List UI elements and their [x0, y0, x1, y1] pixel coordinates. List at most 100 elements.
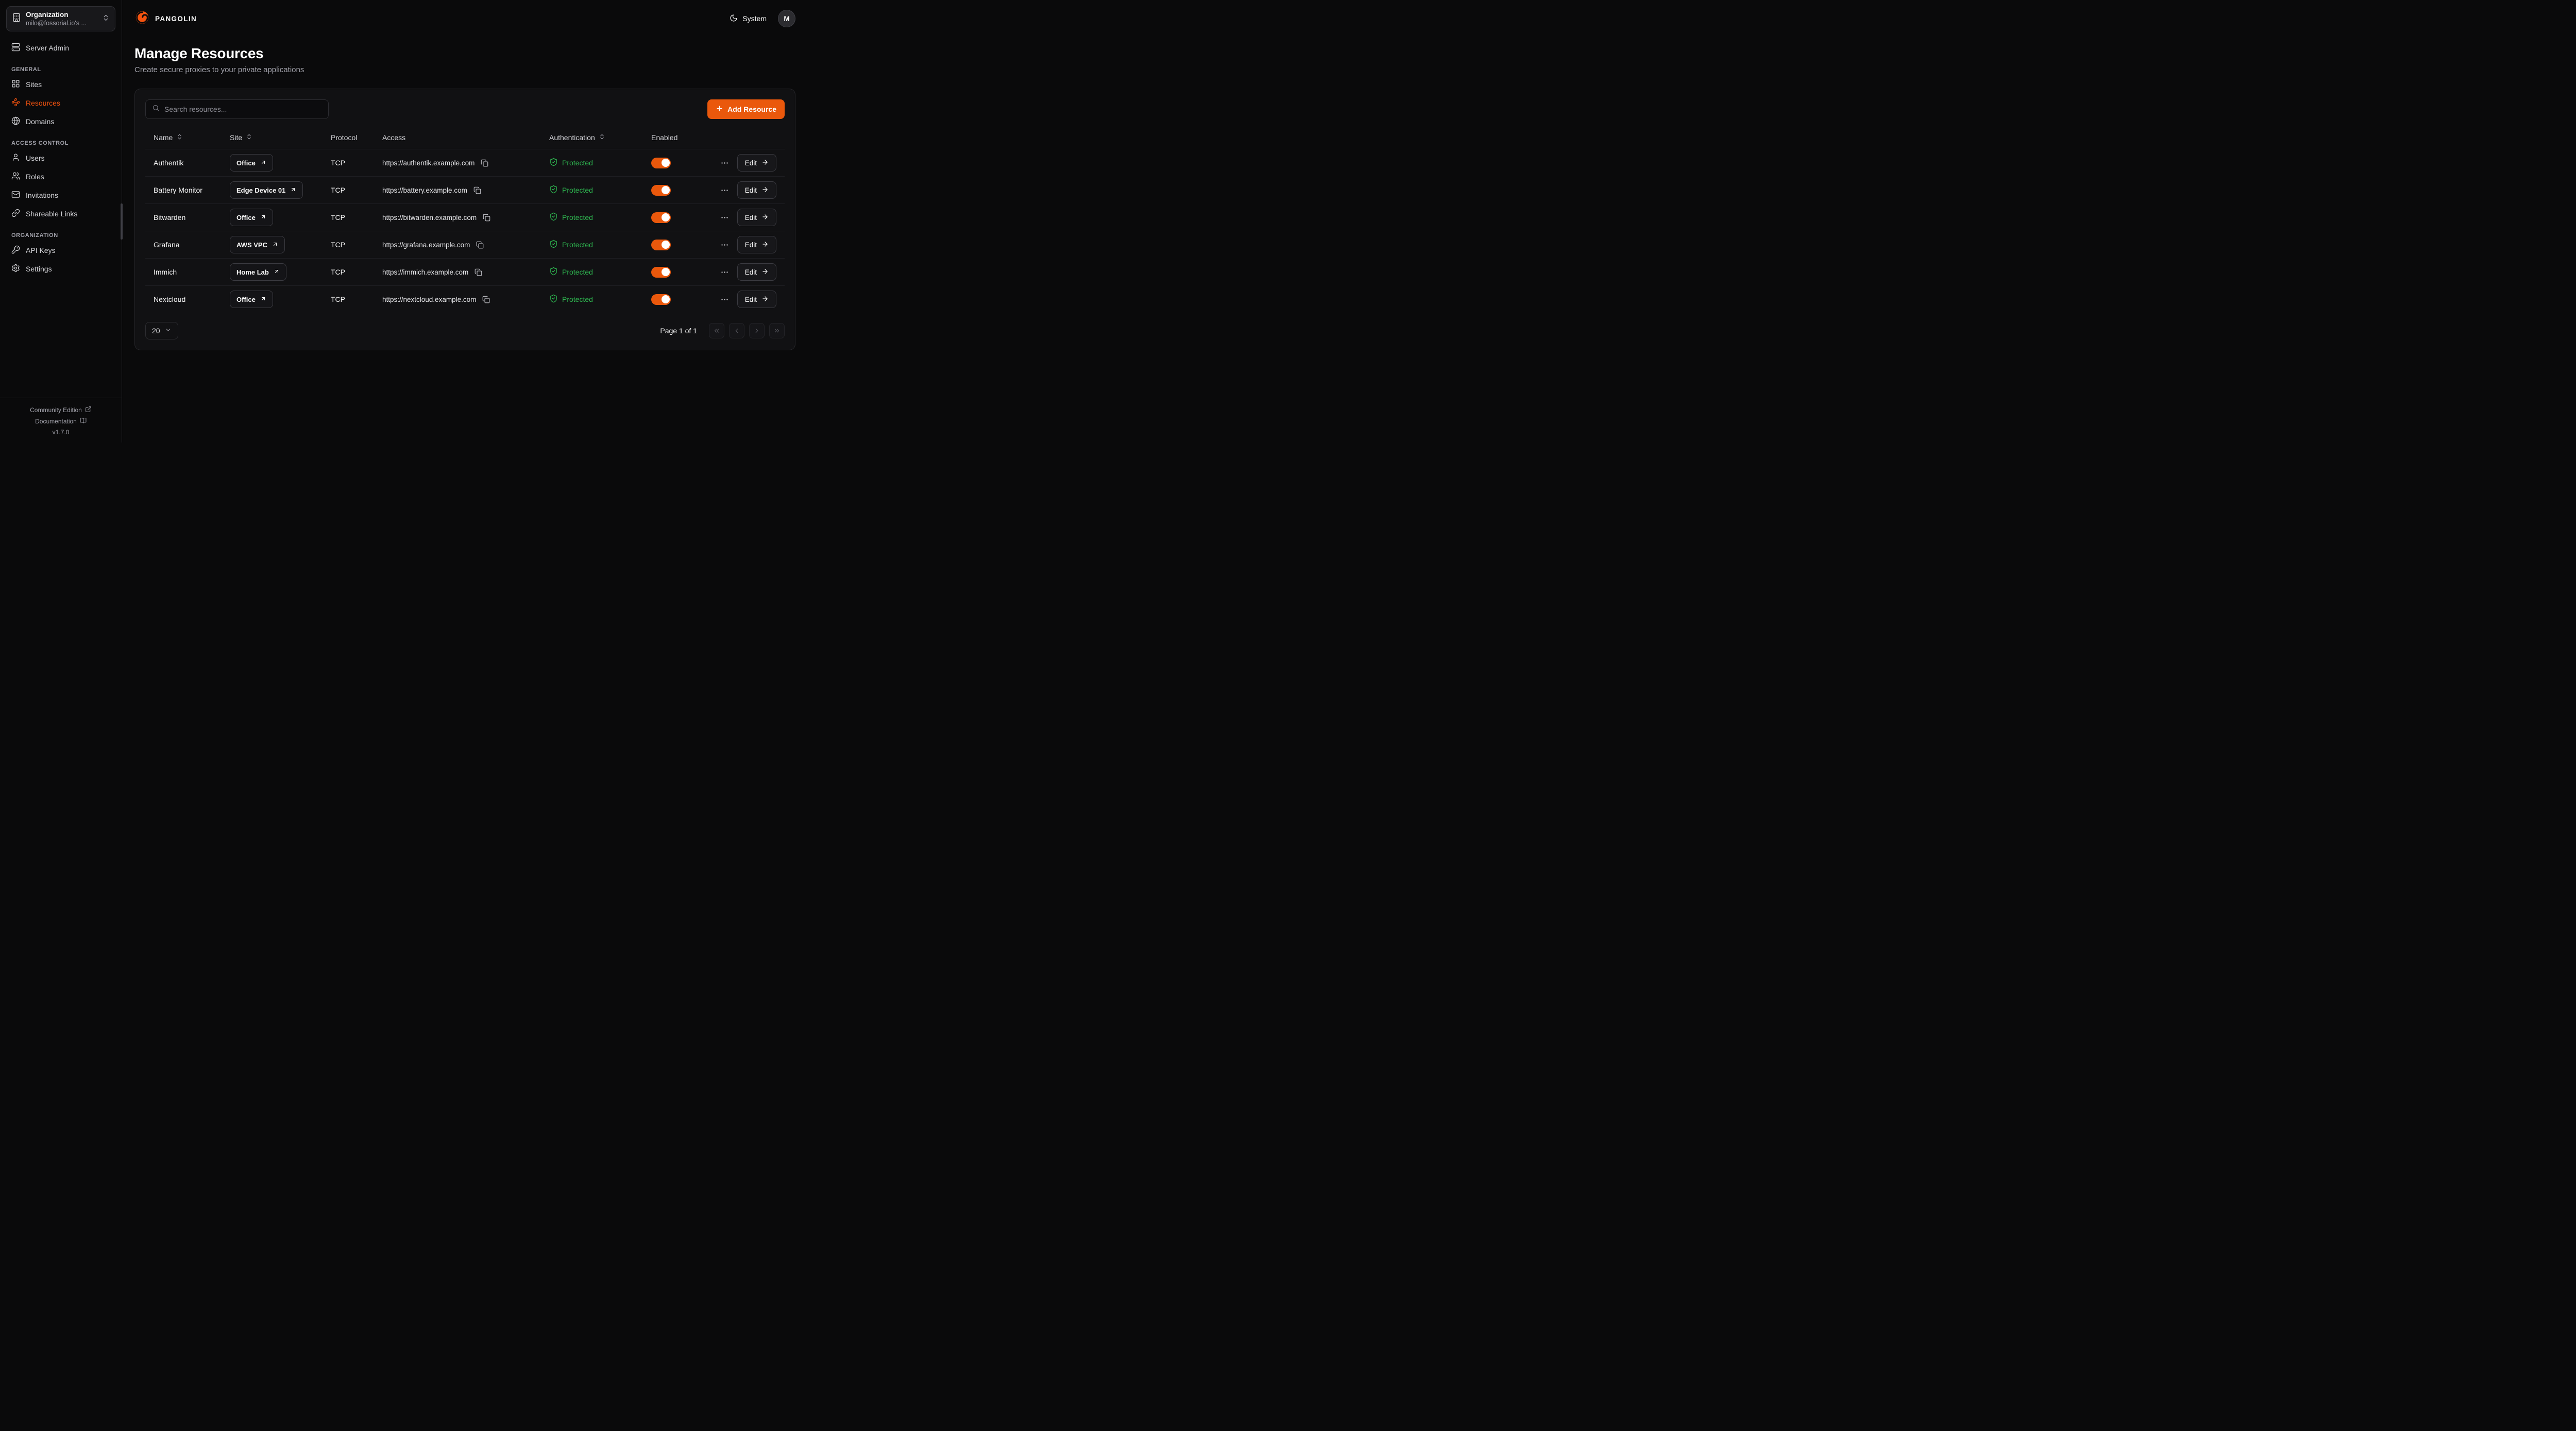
authentication-status: Protected	[549, 158, 651, 168]
access-cell: https://authentik.example.com	[382, 158, 549, 168]
chevrons-up-down-icon	[102, 14, 110, 24]
site-link-button[interactable]: AWS VPC	[230, 236, 285, 253]
arrow-right-icon	[761, 268, 769, 277]
sidebar-item-server-admin[interactable]: Server Admin	[6, 39, 115, 57]
sidebar-item-invitations[interactable]: Invitations	[6, 186, 115, 205]
section-title-organization: ORGANIZATION	[11, 232, 110, 238]
site-link-button[interactable]: Office	[230, 209, 273, 226]
copy-icon[interactable]	[480, 158, 489, 168]
enabled-toggle[interactable]	[651, 212, 671, 223]
pagination: Page 1 of 1	[660, 323, 785, 338]
version-label: v1.7.0	[4, 427, 117, 437]
edit-label: Edit	[745, 296, 757, 303]
authentication-label: Protected	[562, 213, 593, 222]
documentation-link[interactable]: Documentation	[4, 416, 117, 427]
chevron-right-icon	[753, 327, 760, 334]
row-menu-button[interactable]	[719, 240, 730, 250]
theme-selector[interactable]: System	[730, 14, 767, 24]
edit-button[interactable]: Edit	[737, 291, 776, 308]
building-icon	[12, 13, 21, 25]
edit-button[interactable]: Edit	[737, 263, 776, 281]
sidebar-item-settings[interactable]: Settings	[6, 260, 115, 278]
copy-icon[interactable]	[482, 213, 492, 223]
sidebar-item-sites[interactable]: Sites	[6, 75, 115, 94]
site-link-button[interactable]: Home Lab	[230, 263, 286, 281]
sidebar-item-resources[interactable]: Resources	[6, 94, 115, 112]
arrow-up-right-icon	[274, 268, 280, 276]
sidebar-item-users[interactable]: Users	[6, 149, 115, 167]
enabled-toggle[interactable]	[651, 240, 671, 250]
sort-icon	[246, 133, 252, 142]
row-menu-button[interactable]	[719, 212, 730, 223]
table-row: Nextcloud Office TCP https://nextcloud.e…	[145, 285, 785, 313]
ellipsis-icon	[720, 241, 729, 249]
enabled-toggle[interactable]	[651, 267, 671, 278]
app: Organization milo@fossorial.io's ... Ser…	[0, 0, 808, 442]
org-selector[interactable]: Organization milo@fossorial.io's ...	[6, 6, 115, 31]
site-link-button[interactable]: Edge Device 01	[230, 181, 303, 199]
site-name: Office	[236, 214, 256, 222]
enabled-toggle[interactable]	[651, 158, 671, 168]
site-name: Home Lab	[236, 268, 269, 276]
copy-icon[interactable]	[475, 240, 485, 250]
page-size-select[interactable]: 20	[145, 322, 178, 339]
toggle-knob	[662, 213, 670, 222]
add-resource-button[interactable]: Add Resource	[707, 99, 785, 119]
row-menu-button[interactable]	[719, 294, 730, 305]
authentication-status: Protected	[549, 185, 651, 195]
row-menu-button[interactable]	[719, 267, 730, 278]
edit-button[interactable]: Edit	[737, 209, 776, 226]
page-title: Manage Resources	[134, 45, 795, 62]
table-row: Authentik Office TCP https://authentik.e…	[145, 149, 785, 176]
search-icon	[152, 104, 160, 114]
sidebar-item-domains[interactable]: Domains	[6, 112, 115, 131]
avatar[interactable]: M	[778, 10, 795, 27]
community-edition-link[interactable]: Community Edition	[4, 404, 117, 416]
edit-label: Edit	[745, 186, 757, 194]
enabled-cell	[651, 294, 713, 305]
pagination-first-button[interactable]	[709, 323, 724, 338]
search-box	[145, 99, 329, 119]
pagination-last-button[interactable]	[769, 323, 785, 338]
brand-name: PANGOLIN	[155, 15, 197, 23]
row-actions: Edit	[713, 263, 776, 281]
pagination-prev-button[interactable]	[729, 323, 744, 338]
access-url: https://grafana.example.com	[382, 241, 470, 249]
protocol: TCP	[331, 241, 382, 249]
enabled-toggle[interactable]	[651, 294, 671, 305]
copy-icon[interactable]	[481, 295, 491, 304]
ellipsis-icon	[720, 159, 729, 167]
authentication-status: Protected	[549, 294, 651, 304]
main: PANGOLIN System M Manage Resources Creat…	[122, 0, 808, 442]
org-selector-label: Organization	[26, 11, 97, 19]
enabled-cell	[651, 158, 713, 168]
row-menu-button[interactable]	[719, 185, 730, 196]
copy-icon[interactable]	[473, 267, 483, 277]
access-url: https://immich.example.com	[382, 268, 468, 276]
site-link-button[interactable]: Office	[230, 291, 273, 308]
search-input[interactable]	[164, 105, 322, 113]
site-name: AWS VPC	[236, 241, 267, 249]
sidebar-resize-handle[interactable]	[121, 203, 123, 240]
section-title-general: GENERAL	[11, 66, 110, 73]
copy-icon[interactable]	[472, 185, 482, 195]
edit-button[interactable]: Edit	[737, 154, 776, 172]
access-url: https://authentik.example.com	[382, 159, 474, 167]
arrow-right-icon	[761, 186, 769, 195]
sidebar-item-shareable-links[interactable]: Shareable Links	[6, 205, 115, 223]
sidebar-item-api-keys[interactable]: API Keys	[6, 241, 115, 260]
column-header-authentication[interactable]: Authentication	[549, 133, 651, 142]
edit-button[interactable]: Edit	[737, 181, 776, 199]
sidebar-item-roles[interactable]: Roles	[6, 167, 115, 186]
shield-check-icon	[549, 240, 558, 250]
column-header-site[interactable]: Site	[230, 133, 331, 142]
edit-button[interactable]: Edit	[737, 236, 776, 253]
pagination-next-button[interactable]	[749, 323, 765, 338]
row-actions: Edit	[713, 236, 776, 253]
row-menu-button[interactable]	[719, 158, 730, 168]
enabled-toggle[interactable]	[651, 185, 671, 196]
site-link-button[interactable]: Office	[230, 154, 273, 172]
page-status: Page 1 of 1	[660, 327, 697, 335]
toggle-knob	[662, 159, 670, 167]
column-header-name[interactable]: Name	[154, 133, 230, 142]
